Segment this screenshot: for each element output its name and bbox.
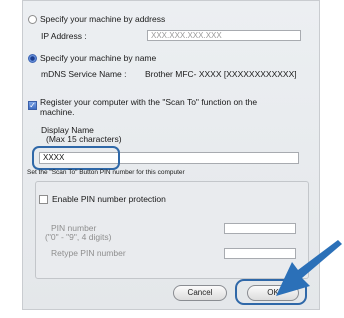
specify-by-address-label: Specify your machine by address bbox=[40, 14, 166, 24]
pin-number-input[interactable] bbox=[224, 223, 296, 234]
pin-number-hint: ("0" - "9", 4 digits) bbox=[45, 232, 112, 242]
retype-pin-label: Retype PIN number bbox=[51, 248, 126, 258]
pointer-arrow-icon bbox=[276, 240, 342, 296]
specify-by-name-radio[interactable] bbox=[28, 54, 37, 63]
register-scan-to-label-cont: machine. bbox=[40, 107, 75, 117]
specify-by-address-radio[interactable] bbox=[28, 15, 37, 24]
mdns-service-name-label: mDNS Service Name : bbox=[41, 69, 127, 79]
display-name-highlight bbox=[32, 146, 120, 170]
mdns-service-name-value: Brother MFC- XXXX [XXXXXXXXXXXX] bbox=[145, 69, 297, 79]
enable-pin-label: Enable PIN number protection bbox=[52, 194, 166, 204]
register-scan-to-label: Register your computer with the "Scan To… bbox=[40, 97, 258, 107]
ip-address-label: IP Address : bbox=[41, 31, 87, 41]
specify-by-name-label: Specify your machine by name bbox=[40, 53, 157, 63]
enable-pin-checkbox[interactable] bbox=[39, 195, 48, 204]
cancel-button[interactable]: Cancel bbox=[173, 285, 227, 301]
pin-section-label: Set the "Scan To" Button PIN number for … bbox=[27, 169, 185, 176]
ip-address-input[interactable]: XXX.XXX.XXX.XXX bbox=[147, 30, 301, 41]
register-scan-to-checkbox[interactable]: ✓ bbox=[28, 101, 37, 110]
display-name-hint: (Max 15 characters) bbox=[46, 134, 122, 144]
pin-group-box: Enable PIN number protection PIN number … bbox=[35, 181, 309, 279]
